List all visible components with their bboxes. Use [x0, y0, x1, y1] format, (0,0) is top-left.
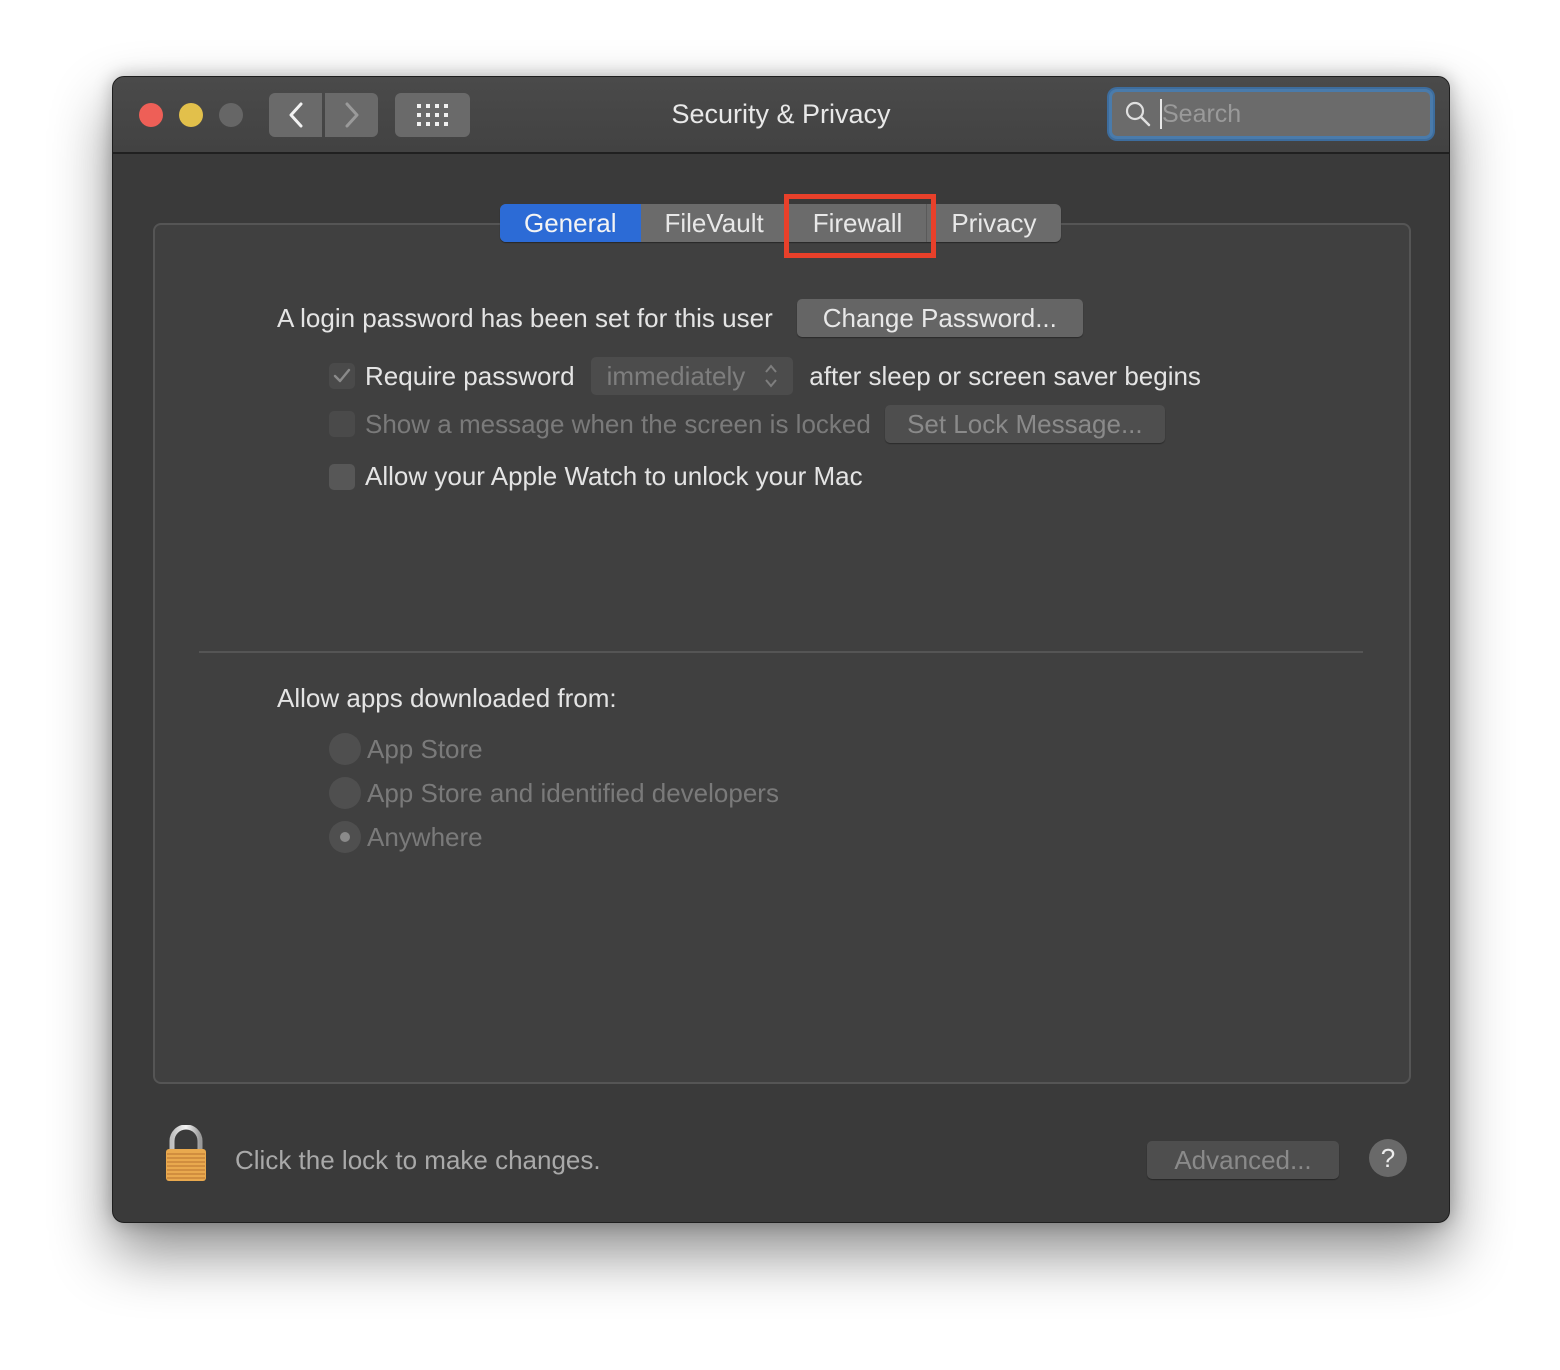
require-password-delay-select[interactable]: immediately [590, 357, 794, 395]
radio-selected-dot [340, 832, 350, 842]
login-password-text: A login password has been set for this u… [277, 302, 773, 333]
apple-watch-checkbox[interactable] [329, 463, 355, 490]
apple-watch-label: Allow your Apple Watch to unlock your Ma… [365, 461, 863, 491]
tab-filevault[interactable]: FileVault [641, 204, 788, 242]
general-panel: A login password has been set for this u… [153, 223, 1411, 1084]
search-icon [1125, 101, 1151, 127]
allow-apps-label: Allow apps downloaded from: [277, 683, 617, 713]
lock-status-text: Click the lock to make changes. [235, 1145, 601, 1175]
firewall-tab-highlight [784, 194, 936, 258]
set-lock-message-button[interactable]: Set Lock Message... [884, 405, 1165, 443]
section-divider [199, 651, 1363, 653]
search-input[interactable] [1162, 99, 1402, 129]
checkmark-icon [333, 368, 351, 383]
tab-general[interactable]: General [500, 204, 641, 242]
tab-privacy[interactable]: Privacy [927, 204, 1060, 242]
help-button[interactable]: ? [1369, 1139, 1407, 1177]
updown-chevron-icon [765, 364, 778, 388]
require-password-label: Require password [365, 360, 575, 391]
after-sleep-text: after sleep or screen saver begins [809, 360, 1201, 391]
radio-anywhere-label: Anywhere [367, 821, 483, 852]
security-privacy-window: Security & Privacy A login password has … [112, 76, 1450, 1223]
lock-button[interactable] [163, 1124, 209, 1188]
show-message-label: Show a message when the screen is locked [365, 408, 871, 439]
select-value: immediately [606, 361, 746, 391]
radio-app-store[interactable] [329, 733, 361, 765]
radio-anywhere[interactable] [329, 821, 361, 853]
search-field[interactable] [1109, 89, 1433, 139]
advanced-button[interactable]: Advanced... [1147, 1141, 1339, 1179]
tab-bar: General FileVault Firewall Privacy [500, 204, 1061, 242]
radio-identified-developers[interactable] [329, 777, 361, 809]
require-password-checkbox[interactable] [329, 363, 355, 389]
padlock-icon [166, 1124, 206, 1181]
change-password-button[interactable]: Change Password... [796, 299, 1083, 337]
radio-identified-developers-label: App Store and identified developers [367, 777, 779, 808]
radio-app-store-label: App Store [367, 733, 483, 764]
title-bar: Security & Privacy [113, 77, 1449, 154]
show-message-checkbox[interactable] [329, 411, 355, 437]
